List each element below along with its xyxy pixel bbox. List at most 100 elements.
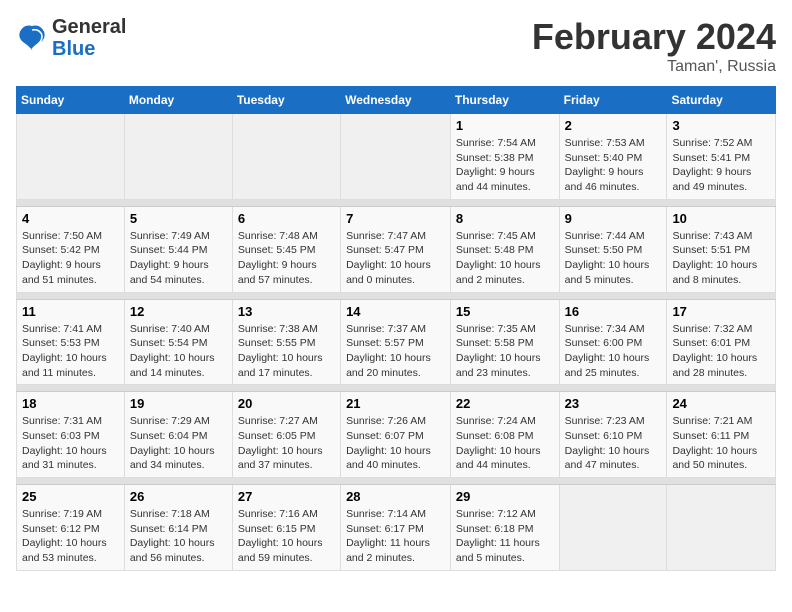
day-info: Sunrise: 7:31 AMSunset: 6:03 PMDaylight:… [22, 414, 119, 473]
day-number: 19 [130, 396, 227, 411]
calendar-cell: 15 Sunrise: 7:35 AMSunset: 5:58 PMDayligh… [450, 299, 559, 385]
calendar-cell [341, 114, 451, 200]
week-spacer [17, 199, 776, 206]
calendar-cell: 19 Sunrise: 7:29 AMSunset: 6:04 PMDayligh… [124, 392, 232, 478]
day-number: 25 [22, 489, 119, 504]
day-info: Sunrise: 7:19 AMSunset: 6:12 PMDaylight:… [22, 507, 119, 566]
day-info: Sunrise: 7:29 AMSunset: 6:04 PMDaylight:… [130, 414, 227, 473]
day-number: 10 [672, 211, 770, 226]
calendar-week-row: 1Sunrise: 7:54 AMSunset: 5:38 PMDaylight… [17, 114, 776, 200]
day-info: Sunrise: 7:53 AMSunset: 5:40 PMDaylight:… [565, 136, 662, 195]
calendar-cell [124, 114, 232, 200]
day-number: 27 [238, 489, 335, 504]
location: Taman', Russia [532, 58, 776, 76]
header-row: SundayMondayTuesdayWednesdayThursdayFrid… [17, 87, 776, 114]
header-day: Wednesday [341, 87, 451, 114]
day-info: Sunrise: 7:18 AMSunset: 6:14 PMDaylight:… [130, 507, 227, 566]
logo-text: General Blue [52, 16, 126, 60]
calendar-cell: 25 Sunrise: 7:19 AMSunset: 6:12 PMDayligh… [17, 485, 125, 571]
header-day: Friday [559, 87, 667, 114]
calendar-cell: 11 Sunrise: 7:41 AMSunset: 5:53 PMDayligh… [17, 299, 125, 385]
calendar-cell: 10 Sunrise: 7:43 AMSunset: 5:51 PMDayligh… [667, 206, 776, 292]
calendar-cell: 4 Sunrise: 7:50 AMSunset: 5:42 PMDaylight… [17, 206, 125, 292]
day-info: Sunrise: 7:41 AMSunset: 5:53 PMDaylight:… [22, 322, 119, 381]
calendar-cell: 7 Sunrise: 7:47 AMSunset: 5:47 PMDaylight… [341, 206, 451, 292]
day-info: Sunrise: 7:48 AMSunset: 5:45 PMDaylight:… [238, 229, 335, 288]
calendar-cell: 12 Sunrise: 7:40 AMSunset: 5:54 PMDayligh… [124, 299, 232, 385]
day-number: 11 [22, 304, 119, 319]
day-number: 29 [456, 489, 554, 504]
week-spacer [17, 385, 776, 392]
calendar-cell: 14 Sunrise: 7:37 AMSunset: 5:57 PMDayligh… [341, 299, 451, 385]
day-info: Sunrise: 7:16 AMSunset: 6:15 PMDaylight:… [238, 507, 335, 566]
calendar-cell: 13 Sunrise: 7:38 AMSunset: 5:55 PMDayligh… [232, 299, 340, 385]
logo-general: General [52, 16, 126, 38]
day-number: 14 [346, 304, 445, 319]
day-number: 21 [346, 396, 445, 411]
day-number: 2 [565, 118, 662, 133]
calendar-cell: 20 Sunrise: 7:27 AMSunset: 6:05 PMDayligh… [232, 392, 340, 478]
day-info: Sunrise: 7:54 AMSunset: 5:38 PMDaylight:… [456, 136, 554, 195]
logo-blue: Blue [52, 38, 95, 60]
day-info: Sunrise: 7:27 AMSunset: 6:05 PMDaylight:… [238, 414, 335, 473]
calendar-cell: 22 Sunrise: 7:24 AMSunset: 6:08 PMDayligh… [450, 392, 559, 478]
week-spacer [17, 292, 776, 299]
month-year: February 2024 [532, 16, 776, 58]
day-number: 6 [238, 211, 335, 226]
day-number: 7 [346, 211, 445, 226]
calendar-cell: 29Sunrise: 7:12 AMSunset: 6:18 PMDayligh… [450, 485, 559, 571]
day-number: 4 [22, 211, 119, 226]
calendar-cell [559, 485, 667, 571]
calendar-body: 1Sunrise: 7:54 AMSunset: 5:38 PMDaylight… [17, 114, 776, 571]
calendar-cell [17, 114, 125, 200]
logo: General Blue [16, 16, 126, 60]
day-number: 13 [238, 304, 335, 319]
calendar-cell: 8 Sunrise: 7:45 AMSunset: 5:48 PMDaylight… [450, 206, 559, 292]
day-info: Sunrise: 7:34 AMSunset: 6:00 PMDaylight:… [565, 322, 662, 381]
header-day: Sunday [17, 87, 125, 114]
day-info: Sunrise: 7:47 AMSunset: 5:47 PMDaylight:… [346, 229, 445, 288]
page-header: General Blue February 2024 Taman', Russi… [16, 16, 776, 76]
calendar-cell [667, 485, 776, 571]
calendar-header: SundayMondayTuesdayWednesdayThursdayFrid… [17, 87, 776, 114]
day-number: 12 [130, 304, 227, 319]
calendar-cell: 21Sunrise: 7:26 AMSunset: 6:07 PMDayligh… [341, 392, 451, 478]
day-info: Sunrise: 7:43 AMSunset: 5:51 PMDaylight:… [672, 229, 770, 288]
day-info: Sunrise: 7:23 AMSunset: 6:10 PMDaylight:… [565, 414, 662, 473]
day-number: 8 [456, 211, 554, 226]
calendar-cell: 1Sunrise: 7:54 AMSunset: 5:38 PMDaylight… [450, 114, 559, 200]
day-number: 24 [672, 396, 770, 411]
day-info: Sunrise: 7:35 AMSunset: 5:58 PMDaylight:… [456, 322, 554, 381]
day-info: Sunrise: 7:50 AMSunset: 5:42 PMDaylight:… [22, 229, 119, 288]
week-spacer [17, 478, 776, 485]
day-number: 22 [456, 396, 554, 411]
day-info: Sunrise: 7:40 AMSunset: 5:54 PMDaylight:… [130, 322, 227, 381]
calendar-cell: 17Sunrise: 7:32 AMSunset: 6:01 PMDayligh… [667, 299, 776, 385]
header-day: Monday [124, 87, 232, 114]
calendar-cell: 3Sunrise: 7:52 AMSunset: 5:41 PMDaylight… [667, 114, 776, 200]
calendar-week-row: 11 Sunrise: 7:41 AMSunset: 5:53 PMDayligh… [17, 299, 776, 385]
day-info: Sunrise: 7:45 AMSunset: 5:48 PMDaylight:… [456, 229, 554, 288]
day-number: 17 [672, 304, 770, 319]
calendar-cell: 9 Sunrise: 7:44 AMSunset: 5:50 PMDaylight… [559, 206, 667, 292]
header-day: Thursday [450, 87, 559, 114]
calendar-cell: 18Sunrise: 7:31 AMSunset: 6:03 PMDayligh… [17, 392, 125, 478]
day-info: Sunrise: 7:38 AMSunset: 5:55 PMDaylight:… [238, 322, 335, 381]
day-number: 15 [456, 304, 554, 319]
day-number: 20 [238, 396, 335, 411]
calendar-cell: 2 Sunrise: 7:53 AMSunset: 5:40 PMDaylight… [559, 114, 667, 200]
calendar-cell: 5Sunrise: 7:49 AMSunset: 5:44 PMDaylight… [124, 206, 232, 292]
day-info: Sunrise: 7:24 AMSunset: 6:08 PMDaylight:… [456, 414, 554, 473]
calendar-cell: 27 Sunrise: 7:16 AMSunset: 6:15 PMDayligh… [232, 485, 340, 571]
day-info: Sunrise: 7:49 AMSunset: 5:44 PMDaylight:… [130, 229, 227, 288]
logo-icon [16, 22, 48, 54]
day-info: Sunrise: 7:44 AMSunset: 5:50 PMDaylight:… [565, 229, 662, 288]
day-number: 9 [565, 211, 662, 226]
day-info: Sunrise: 7:14 AMSunset: 6:17 PMDaylight:… [346, 507, 445, 566]
calendar-cell: 28 Sunrise: 7:14 AMSunset: 6:17 PMDayligh… [341, 485, 451, 571]
day-info: Sunrise: 7:37 AMSunset: 5:57 PMDaylight:… [346, 322, 445, 381]
calendar-cell: 24Sunrise: 7:21 AMSunset: 6:11 PMDayligh… [667, 392, 776, 478]
day-number: 3 [672, 118, 770, 133]
day-number: 28 [346, 489, 445, 504]
header-day: Saturday [667, 87, 776, 114]
